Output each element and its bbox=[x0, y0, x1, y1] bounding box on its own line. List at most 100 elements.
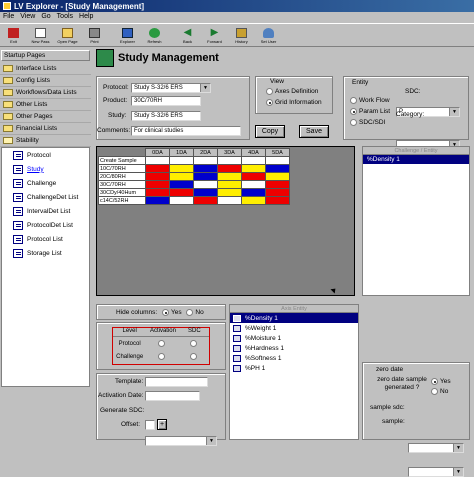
sidebar-header[interactable]: Startup Pages bbox=[1, 50, 90, 61]
menu-help[interactable]: Help bbox=[79, 13, 93, 22]
matrix-cell[interactable] bbox=[241, 188, 266, 197]
study-field[interactable]: Study S-32/6 ERS bbox=[131, 111, 201, 121]
radio-sdc-challenge[interactable] bbox=[189, 352, 197, 360]
matrix-cell[interactable] bbox=[193, 156, 218, 165]
matrix-row-header[interactable]: 10C/70RH bbox=[98, 164, 146, 173]
matrix-row-header[interactable]: Create Sample bbox=[98, 156, 146, 165]
matrix-cell[interactable] bbox=[145, 196, 170, 205]
new-pass-button[interactable]: New Pass bbox=[27, 24, 54, 47]
zero-date-no-option[interactable]: No bbox=[431, 388, 448, 395]
sidebar-item-financial-lists[interactable]: Financial Lists bbox=[0, 123, 91, 135]
matrix-cell[interactable] bbox=[241, 180, 266, 189]
sidebar-item-other-pages[interactable]: Other Pages bbox=[0, 111, 91, 123]
matrix-cell[interactable] bbox=[169, 188, 194, 197]
generate-sdc-select[interactable] bbox=[145, 436, 217, 446]
axis-entity-item[interactable]: %Weight 1 bbox=[230, 323, 358, 333]
menu-go[interactable]: Go bbox=[41, 13, 50, 22]
matrix-cell[interactable] bbox=[169, 156, 194, 165]
zero-date-yes-option[interactable]: Yes bbox=[431, 378, 451, 385]
matrix-cell[interactable] bbox=[145, 156, 170, 165]
menu-tools[interactable]: Tools bbox=[57, 13, 73, 22]
matrix-cell[interactable] bbox=[241, 196, 266, 205]
matrix-row-header[interactable]: c14C/52RH bbox=[98, 196, 146, 205]
radio-sdc[interactable] bbox=[350, 119, 357, 126]
radio-sdc-protocol[interactable] bbox=[189, 339, 197, 347]
sample-select[interactable] bbox=[408, 467, 464, 477]
matrix-cell[interactable] bbox=[145, 188, 170, 197]
matrix-row-header[interactable]: 20C/80RH bbox=[98, 172, 146, 181]
product-field[interactable]: 30C/70RH bbox=[131, 96, 201, 106]
sidebar-item-workflows-data-lists[interactable]: Workflows/Data Lists bbox=[0, 87, 91, 99]
radio-hide-yes[interactable] bbox=[162, 309, 169, 316]
open-page-button[interactable]: Open Page bbox=[54, 24, 81, 47]
set-user-button[interactable]: Set User bbox=[255, 24, 282, 47]
matrix-cell[interactable] bbox=[145, 164, 170, 173]
matrix-column-header[interactable]: 5DA bbox=[265, 148, 290, 157]
matrix-column-header[interactable]: 1DA bbox=[169, 148, 194, 157]
matrix-cell[interactable] bbox=[193, 164, 218, 173]
matrix-cell[interactable] bbox=[217, 164, 242, 173]
template-field[interactable] bbox=[145, 377, 208, 387]
radio-workflow[interactable] bbox=[350, 97, 357, 104]
matrix-cell[interactable] bbox=[145, 180, 170, 189]
matrix-cell[interactable] bbox=[193, 196, 218, 205]
matrix-cell[interactable] bbox=[241, 156, 266, 165]
save-button[interactable]: Save bbox=[299, 125, 329, 138]
copy-button[interactable]: Copy bbox=[255, 125, 285, 138]
sidebar-item-config-lists[interactable]: Config Lists bbox=[0, 75, 91, 87]
matrix-cell[interactable] bbox=[265, 180, 290, 189]
menu-view[interactable]: View bbox=[20, 13, 35, 22]
axis-entity-item[interactable]: %Softness 1 bbox=[230, 353, 358, 363]
sidebar-item-storage-list[interactable]: Storage List bbox=[2, 246, 89, 260]
matrix-row-header[interactable]: 30C/70RH bbox=[98, 180, 146, 189]
matrix-cell[interactable] bbox=[265, 196, 290, 205]
offset-field[interactable] bbox=[145, 420, 155, 430]
matrix-row-header[interactable]: 30CDy/40Hum bbox=[98, 188, 146, 197]
matrix-cell[interactable] bbox=[265, 156, 290, 165]
radio-zero-no[interactable] bbox=[431, 388, 438, 395]
refresh-button[interactable]: Refresh bbox=[141, 24, 168, 47]
matrix-cell[interactable] bbox=[241, 172, 266, 181]
challenge-list-item[interactable]: %Density 1 bbox=[363, 155, 469, 164]
view-option-grid[interactable]: Grid Information bbox=[266, 99, 322, 106]
matrix-cell[interactable] bbox=[169, 172, 194, 181]
sidebar-item-challengedet-list[interactable]: ChallengeDet List bbox=[2, 190, 89, 204]
sidebar-item-study[interactable]: Study bbox=[2, 162, 89, 176]
sample-sdc-select[interactable] bbox=[408, 443, 464, 453]
sidebar-item-intervaldet-list[interactable]: IntervalDet List bbox=[2, 204, 89, 218]
sidebar-item-protocol[interactable]: Protocol bbox=[2, 148, 89, 162]
axis-entity-item[interactable]: %Hardness 1 bbox=[230, 343, 358, 353]
radio-axes[interactable] bbox=[266, 88, 273, 95]
entity-option-param-list[interactable]: Param List bbox=[350, 108, 390, 115]
back-button[interactable]: ◀ Back bbox=[174, 24, 201, 47]
radio-zero-yes[interactable] bbox=[431, 378, 438, 385]
activation-date-field[interactable] bbox=[145, 391, 200, 401]
matrix-cell[interactable] bbox=[193, 172, 218, 181]
matrix-cell[interactable] bbox=[241, 164, 266, 173]
sidebar-item-challenge[interactable]: Challenge bbox=[2, 176, 89, 190]
explorer-button[interactable]: Explorer bbox=[114, 24, 141, 47]
matrix-column-header[interactable]: 4DA bbox=[241, 148, 266, 157]
matrix-cell[interactable] bbox=[193, 180, 218, 189]
sidebar-item-other-lists[interactable]: Other Lists bbox=[0, 99, 91, 111]
sidebar-item-protocol-list[interactable]: Protocol List bbox=[2, 232, 89, 246]
print-button[interactable]: Print bbox=[81, 24, 108, 47]
axis-entity-item[interactable]: %PH 1 bbox=[230, 363, 358, 373]
matrix-cell[interactable] bbox=[145, 172, 170, 181]
matrix-cell[interactable] bbox=[217, 172, 242, 181]
matrix-cell[interactable] bbox=[169, 164, 194, 173]
radio-activation-protocol[interactable] bbox=[158, 339, 166, 347]
matrix-cell[interactable] bbox=[169, 196, 194, 205]
matrix-cell[interactable] bbox=[265, 172, 290, 181]
radio-grid[interactable] bbox=[266, 99, 273, 106]
matrix-cell[interactable] bbox=[217, 180, 242, 189]
matrix-cell[interactable] bbox=[265, 164, 290, 173]
comments-field[interactable]: For clinical studies bbox=[131, 126, 241, 136]
sidebar-item-protocoldet-list[interactable]: ProtocolDet List bbox=[2, 218, 89, 232]
exit-button[interactable]: Exit bbox=[0, 24, 27, 47]
sidebar-item-stability[interactable]: Stability bbox=[0, 135, 91, 147]
axis-entity-item[interactable]: %Moisture 1 bbox=[230, 333, 358, 343]
protocol-select[interactable]: Study S-32/6 ERS bbox=[131, 83, 211, 93]
radio-param-list[interactable] bbox=[350, 108, 357, 115]
sidebar-item-interface-lists[interactable]: Interface Lists bbox=[0, 63, 91, 75]
